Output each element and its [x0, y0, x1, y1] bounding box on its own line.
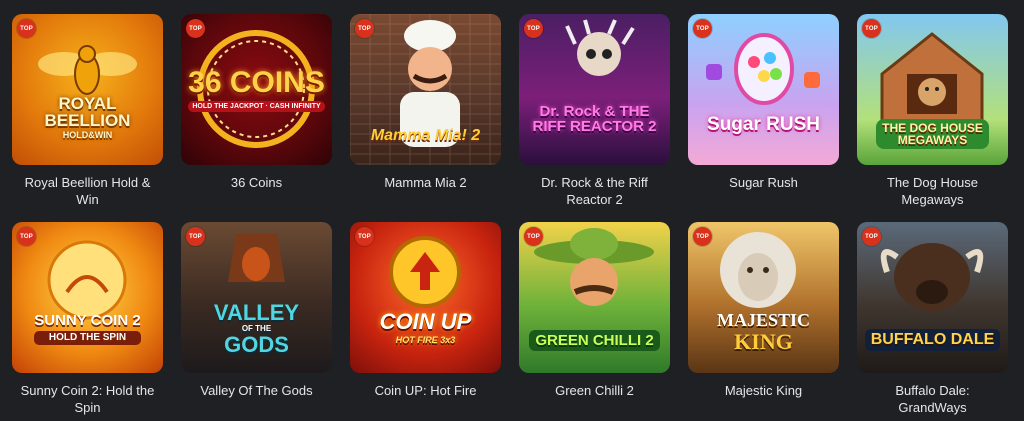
game-card[interactable]: TOP GREEN CHILLI 2 Green Chilli 2: [519, 222, 670, 416]
game-card[interactable]: TOP MAJESTIC KING Majestic King: [688, 222, 839, 416]
game-title[interactable]: The Dog House Megaways: [857, 174, 1008, 208]
game-card[interactable]: TOP Dr. Rock & THE RIFF REACTOR 2 Dr. Ro…: [519, 14, 670, 208]
logo-title: BUFFALO DALE: [870, 330, 995, 348]
game-title[interactable]: Sunny Coin 2: Hold the Spin: [12, 382, 163, 416]
top-badge: TOP: [693, 19, 712, 38]
logo-subtitle: HOLD THE SPIN: [34, 330, 141, 345]
game-logo: ROYAL BEELLION HOLD&WIN: [12, 95, 163, 140]
bee-icon: [38, 45, 137, 95]
game-title[interactable]: Coin UP: Hot Fire: [350, 382, 501, 416]
logo-title: COIN UP: [379, 308, 472, 334]
game-grid: TOP ROYAL BEELLION HOLD&WIN Royal Beelli…: [12, 14, 1008, 416]
game-logo: 36 COINS HOLD THE JACKPOT · CASH INFINIT…: [184, 65, 329, 112]
game-title[interactable]: Green Chilli 2: [519, 382, 670, 416]
game-title[interactable]: Sugar Rush: [688, 174, 839, 208]
game-thumbnail[interactable]: TOP GREEN CHILLI 2: [519, 222, 670, 373]
game-thumbnail[interactable]: TOP SUNNY COIN 2 HOLD THE SPIN: [12, 222, 163, 373]
up-coin-icon: [389, 236, 461, 308]
top-badge: TOP: [524, 227, 543, 246]
game-card[interactable]: TOP ROYAL BEELLION HOLD&WIN Royal Beelli…: [12, 14, 163, 208]
game-logo: VALLEY OF THE GODS: [210, 299, 303, 357]
game-card[interactable]: TOP Mamma Mia! 2 Mamma Mia 2: [350, 14, 501, 208]
game-logo: Dr. Rock & THE RIFF REACTOR 2: [519, 104, 670, 134]
game-thumbnail[interactable]: TOP Mamma Mia! 2: [350, 14, 501, 165]
sun-icon: [47, 240, 127, 320]
game-title[interactable]: Mamma Mia 2: [350, 174, 501, 208]
game-thumbnail[interactable]: TOP BUFFALO DALE: [857, 222, 1008, 373]
top-badge: TOP: [17, 227, 36, 246]
logo-title: 36 COINS: [188, 65, 325, 99]
logo-subtitle: HOLD&WIN: [62, 130, 113, 140]
game-thumbnail[interactable]: TOP THE DOG HOUSE MEGAWAYS: [857, 14, 1008, 165]
game-card[interactable]: TOP VALLEY OF THE GODS Valley Of The God…: [181, 222, 332, 416]
logo-title-2: GODS: [224, 331, 289, 357]
logo-title: ROYAL BEELLION: [44, 94, 131, 130]
game-card[interactable]: TOP 36 COINS HOLD THE JACKPOT · CASH INF…: [181, 14, 332, 208]
top-badge: TOP: [355, 227, 374, 246]
logo-subtitle: HOT FIRE 3x3: [395, 334, 456, 345]
game-card[interactable]: TOP SUNNY COIN 2 HOLD THE SPIN Sunny Coi…: [12, 222, 163, 416]
game-logo: COIN UP HOT FIRE 3x3: [376, 308, 476, 345]
logo-title: Sugar RUSH: [707, 114, 820, 135]
game-thumbnail[interactable]: TOP COIN UP HOT FIRE 3x3: [350, 222, 501, 373]
game-thumbnail[interactable]: TOP VALLEY OF THE GODS: [181, 222, 332, 373]
game-title[interactable]: Valley Of The Gods: [181, 382, 332, 416]
logo-title: SUNNY COIN 2: [34, 311, 141, 329]
logo-subtitle: HOLD THE JACKPOT · CASH INFINITY: [188, 100, 325, 112]
top-badge: TOP: [862, 227, 881, 246]
game-logo: Sugar RUSH: [703, 115, 824, 134]
game-thumbnail[interactable]: TOP Sugar RUSH: [688, 14, 839, 165]
top-badge: TOP: [524, 19, 543, 38]
logo-subtitle: KING: [734, 328, 793, 354]
game-logo: MAJESTIC KING: [713, 311, 814, 353]
game-logo: SUNNY COIN 2 HOLD THE SPIN: [30, 313, 144, 345]
logo-title: Dr. Rock & THE RIFF REACTOR 2: [532, 102, 657, 135]
top-badge: TOP: [355, 19, 374, 38]
game-logo: THE DOG HOUSE MEGAWAYS: [876, 118, 989, 149]
game-logo: GREEN CHILLI 2: [529, 330, 660, 351]
game-card[interactable]: TOP BUFFALO DALE Buffalo Dale: GrandWays: [857, 222, 1008, 416]
game-title[interactable]: Dr. Rock & the Riff Reactor 2: [519, 174, 670, 208]
game-logo: Mamma Mia! 2: [367, 126, 484, 144]
logo-title: VALLEY: [213, 299, 300, 325]
game-title[interactable]: Royal Beellion Hold & Win: [12, 174, 163, 208]
logo-title: GREEN CHILLI 2: [535, 332, 654, 349]
game-thumbnail[interactable]: TOP Dr. Rock & THE RIFF REACTOR 2: [519, 14, 670, 165]
game-title[interactable]: Majestic King: [688, 382, 839, 416]
game-card[interactable]: TOP THE DOG HOUSE MEGAWAYS The Dog House…: [857, 14, 1008, 208]
candy-icon: [706, 33, 820, 105]
game-card[interactable]: TOP COIN UP HOT FIRE 3x3 Coin UP: Hot Fi…: [350, 222, 501, 416]
logo-subtitle: MEGAWAYS: [897, 132, 968, 147]
logo-title: Mamma Mia! 2: [370, 126, 481, 144]
top-badge: TOP: [17, 19, 36, 38]
top-badge: TOP: [186, 19, 205, 38]
game-thumbnail[interactable]: TOP 36 COINS HOLD THE JACKPOT · CASH INF…: [181, 14, 332, 165]
game-logo: BUFFALO DALE: [864, 328, 1001, 351]
game-title[interactable]: Buffalo Dale: GrandWays: [857, 382, 1008, 416]
game-thumbnail[interactable]: TOP MAJESTIC KING: [688, 222, 839, 373]
top-badge: TOP: [693, 227, 712, 246]
top-badge: TOP: [862, 19, 881, 38]
top-badge: TOP: [186, 227, 205, 246]
logo-title: MAJESTIC: [716, 309, 810, 330]
game-thumbnail[interactable]: TOP ROYAL BEELLION HOLD&WIN: [12, 14, 163, 165]
game-title[interactable]: 36 Coins: [181, 174, 332, 208]
guitar-icon: [565, 19, 635, 76]
game-card[interactable]: TOP Sugar RUSH Sugar Rush: [688, 14, 839, 208]
